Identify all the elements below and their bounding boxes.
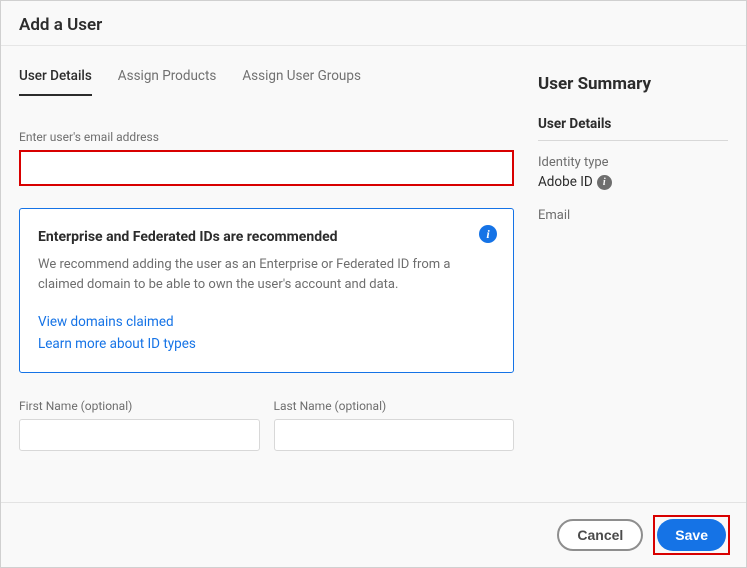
info-icon: i	[479, 225, 497, 243]
email-field-highlight	[19, 150, 514, 186]
view-domains-link[interactable]: View domains claimed	[38, 314, 495, 330]
tab-user-details[interactable]: User Details	[19, 68, 92, 96]
first-name-label: First Name (optional)	[19, 399, 260, 413]
info-card-body: We recommend adding the user as an Enter…	[38, 255, 495, 294]
add-user-dialog: Add a User User Details Assign Products …	[0, 0, 747, 568]
summary-email-label: Email	[538, 208, 728, 223]
dialog-body: User Details Assign Products Assign User…	[1, 46, 746, 502]
save-button-highlight: Save	[653, 515, 730, 555]
summary-title: User Summary	[538, 74, 728, 94]
identity-type-label: Identity type	[538, 155, 728, 170]
cancel-button[interactable]: Cancel	[557, 519, 643, 551]
identity-type-value: Adobe ID i	[538, 174, 728, 190]
tab-assign-products[interactable]: Assign Products	[118, 68, 217, 96]
dialog-header: Add a User	[1, 1, 746, 46]
info-icon[interactable]: i	[597, 175, 612, 190]
save-button[interactable]: Save	[657, 519, 726, 551]
dialog-title: Add a User	[19, 15, 728, 35]
id-type-info-card: i Enterprise and Federated IDs are recom…	[19, 208, 514, 373]
email-input[interactable]	[21, 152, 512, 184]
first-name-input[interactable]	[19, 419, 260, 451]
tab-assign-user-groups[interactable]: Assign User Groups	[242, 68, 361, 96]
learn-id-types-link[interactable]: Learn more about ID types	[38, 336, 495, 352]
last-name-label: Last Name (optional)	[274, 399, 515, 413]
summary-panel: User Summary User Details Identity type …	[538, 46, 728, 502]
left-panel: User Details Assign Products Assign User…	[19, 46, 538, 502]
info-card-title: Enterprise and Federated IDs are recomme…	[38, 229, 495, 245]
dialog-footer: Cancel Save	[1, 502, 746, 567]
identity-type-text: Adobe ID	[538, 174, 593, 190]
summary-section-header: User Details	[538, 116, 728, 141]
name-row: First Name (optional) Last Name (optiona…	[19, 399, 514, 451]
last-name-input[interactable]	[274, 419, 515, 451]
email-label: Enter user's email address	[19, 130, 514, 144]
tab-bar: User Details Assign Products Assign User…	[19, 68, 514, 96]
